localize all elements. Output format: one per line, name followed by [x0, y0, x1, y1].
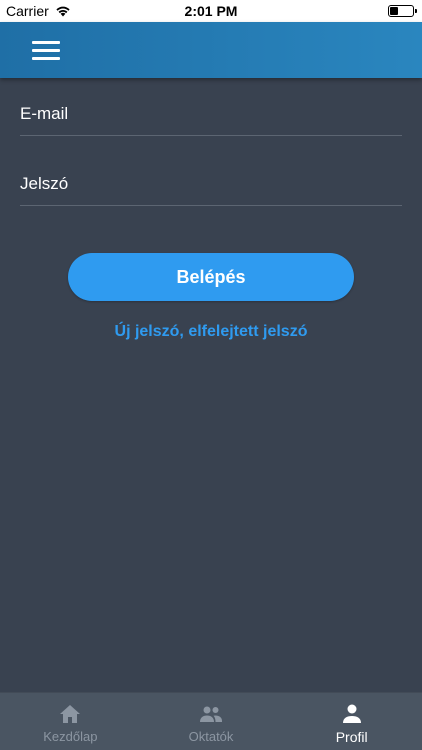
tab-home-label: Kezdőlap [43, 729, 98, 744]
forgot-password-link[interactable]: Új jelszó, elfelejtett jelszó [0, 323, 422, 341]
tab-home[interactable]: Kezdőlap [0, 693, 141, 750]
group-icon [200, 706, 222, 722]
email-input[interactable] [20, 96, 402, 135]
menu-line [32, 49, 60, 52]
tab-profile-label: Profil [335, 729, 368, 745]
home-icon [60, 705, 81, 723]
login-screen: Carrier 2:01 PM Belépés Új jelszó, elfel… [0, 0, 422, 750]
person-icon [342, 704, 361, 723]
tab-instructors[interactable]: Oktatók [141, 693, 282, 750]
menu-line [32, 57, 60, 60]
email-field [20, 96, 402, 136]
app-header [0, 22, 422, 78]
hamburger-menu-icon[interactable] [30, 39, 62, 61]
bottom-tab-bar: Kezdőlap Oktatók Profil [0, 692, 422, 750]
tab-profile[interactable]: Profil [281, 693, 422, 750]
battery-icon [388, 5, 417, 17]
battery-fill [390, 7, 398, 15]
menu-line [32, 41, 60, 44]
password-input[interactable] [20, 166, 402, 205]
tab-instructors-label: Oktatók [188, 729, 234, 744]
password-field [20, 166, 402, 206]
status-bar: Carrier 2:01 PM [0, 0, 422, 22]
login-button[interactable]: Belépés [68, 253, 354, 301]
status-time: 2:01 PM [184, 3, 238, 19]
